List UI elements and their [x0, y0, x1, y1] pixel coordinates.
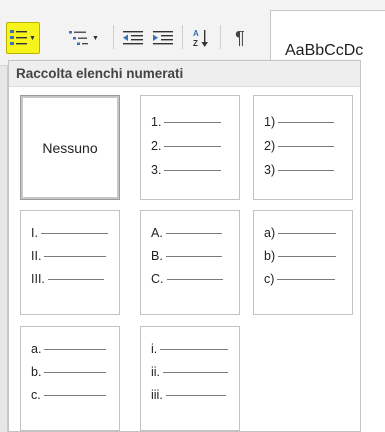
pilcrow-icon: ¶	[235, 27, 245, 48]
list-item: c.	[31, 388, 106, 402]
numbering-option-roman-upper[interactable]: I. II. III.	[20, 210, 120, 315]
toolbar-divider	[113, 25, 114, 49]
list-item: II.	[31, 249, 107, 263]
list-item: B.	[151, 249, 222, 263]
list-item: c)	[264, 272, 336, 286]
numbering-option-roman-lower[interactable]: i. ii. iii.	[140, 326, 240, 431]
sort-button[interactable]: A Z	[190, 24, 212, 52]
chevron-down-icon: ▼	[29, 34, 36, 42]
chevron-down-icon: ▼	[92, 34, 99, 42]
numbered-list-icon	[10, 30, 28, 45]
numbering-option-none[interactable]: Nessuno	[20, 95, 120, 200]
list-item: iii.	[151, 388, 226, 402]
numbering-option-label: Nessuno	[42, 139, 98, 156]
list-item: C.	[151, 272, 223, 286]
list-item: 3.	[151, 163, 222, 177]
list-item: 1.	[151, 115, 222, 129]
numbering-option-1-paren[interactable]: 1) 2) 3)	[253, 95, 353, 200]
toolbar-divider	[182, 25, 183, 49]
numbering-option-1-dot[interactable]: 1. 2. 3.	[140, 95, 240, 200]
decrease-indent-icon	[123, 31, 143, 45]
numbering-option-alpha-lower-paren[interactable]: a) b) c)	[253, 210, 353, 315]
decrease-indent-button[interactable]	[120, 24, 146, 52]
document-edge	[0, 66, 8, 432]
multilevel-list-button[interactable]: ▼	[64, 24, 104, 52]
increase-indent-button[interactable]	[150, 24, 176, 52]
show-formatting-button[interactable]: ¶	[230, 24, 250, 52]
ribbon: ▼ ▼ A Z ¶ AaBbCcDc	[0, 0, 385, 66]
numbering-button[interactable]: ▼	[6, 22, 40, 54]
multilevel-list-icon	[69, 31, 89, 45]
svg-text:A: A	[193, 29, 199, 38]
list-item: b.	[31, 365, 107, 379]
toolbar-divider	[220, 25, 221, 49]
list-item: a.	[31, 342, 107, 356]
list-item: ii.	[151, 365, 229, 379]
list-item: III.	[31, 272, 104, 286]
list-item: 1)	[264, 115, 335, 129]
gallery-title: Raccolta elenchi numerati	[9, 61, 360, 87]
list-item: 2.	[151, 139, 222, 153]
numbering-library-dropdown: Raccolta elenchi numerati Nessuno 1. 2. …	[8, 60, 361, 432]
svg-text:Z: Z	[193, 39, 198, 48]
sort-az-icon: A Z	[193, 29, 208, 48]
list-item: i.	[151, 342, 229, 356]
list-item: 3)	[264, 163, 335, 177]
list-item: 2)	[264, 139, 335, 153]
increase-indent-icon	[153, 31, 173, 45]
style-preview-normal[interactable]: AaBbCcDc	[285, 42, 363, 60]
document-background	[361, 60, 385, 432]
numbering-option-alpha-lower-dot[interactable]: a. b. c.	[20, 326, 120, 431]
list-item: I.	[31, 226, 108, 240]
list-item: a)	[264, 226, 337, 240]
styles-gallery[interactable]: AaBbCcDc	[270, 10, 385, 66]
numbering-option-alpha-upper[interactable]: A. B. C.	[140, 210, 240, 315]
list-item: b)	[264, 249, 337, 263]
list-item: A.	[151, 226, 222, 240]
